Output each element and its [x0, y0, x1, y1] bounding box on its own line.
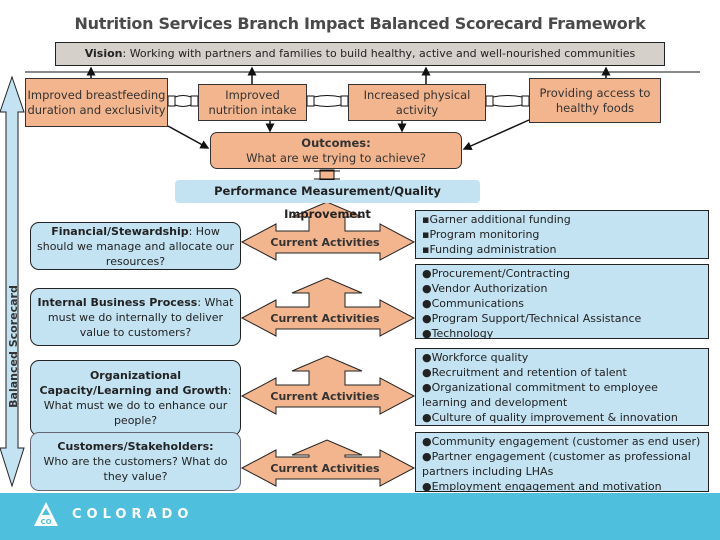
activity-item: ▪Garner additional funding	[422, 213, 571, 226]
outcomes-label: Outcomes:	[301, 135, 371, 150]
goal-link-0	[167, 95, 199, 107]
vision-label: Vision	[84, 47, 123, 60]
activity-item: ●Partner engagement (customer as profess…	[422, 450, 691, 463]
activity-item: ●Culture of quality improvement & innova…	[422, 411, 678, 424]
goal-link-1	[306, 95, 349, 107]
balanced-scorecard-label: Balanced Scorecard	[1, 200, 25, 492]
current-activities-arrow	[240, 355, 416, 415]
activity-item: ●Employment engagement and motivation	[422, 480, 662, 493]
current-activities-arrow	[240, 277, 416, 337]
outcome-arrow-3	[462, 119, 530, 151]
activity-item: ▪Funding administration	[422, 243, 557, 256]
outcome-pm-connector	[314, 169, 340, 181]
current-activities-label: Current Activities	[270, 390, 380, 403]
goal-breastfeeding: Improved breastfeeding duration and excl…	[25, 78, 168, 127]
activity-item: ●Workforce quality	[422, 351, 529, 364]
activity-item: ●Community engagement (customer as end u…	[422, 435, 701, 448]
activity-item: ●Recruitment and retention of talent	[422, 366, 627, 379]
perspective-internal-process: Internal Business Process: What must we …	[30, 288, 241, 346]
colorado-brand-text: COLORADO	[72, 507, 194, 522]
activities-financial: ▪Garner additional funding ▪Program moni…	[415, 210, 709, 259]
perspective-label: Financial/Stewardship	[51, 224, 189, 238]
outcome-arrow-0	[167, 125, 210, 149]
goal-nutrition-intake: Improved nutrition intake	[198, 84, 307, 121]
current-activities-label: Current Activities	[270, 236, 380, 249]
activity-item: ●Technology	[422, 327, 494, 340]
activity-item: learning and development	[422, 396, 568, 409]
activity-item: ●Program Support/Technical Assistance	[422, 312, 642, 325]
activity-item: ●Vendor Authorization	[422, 282, 548, 295]
balanced-scorecard-text: Balanced Scorecard	[6, 284, 20, 408]
activities-internal-process: ●Procurement/Contracting ●Vendor Authori…	[415, 264, 709, 340]
vision-text: : Working with partners and families to …	[122, 47, 636, 60]
current-activities-label: Current Activities	[270, 312, 380, 325]
goal-link-2	[485, 95, 530, 107]
goal-physical-activity: Increased physical activity	[348, 84, 486, 121]
activities-customers: ●Community engagement (customer as end u…	[415, 432, 709, 493]
activities-learning-growth: ●Workforce quality ●Recruitment and rete…	[415, 348, 709, 426]
goal-healthy-foods: Providing access to healthy foods	[529, 78, 661, 123]
performance-measurement-banner: Performance Measurement/Quality Improvem…	[175, 180, 480, 221]
activity-item: ●Communications	[422, 297, 525, 310]
perspective-label: Organizational Capacity/Learning and Gro…	[39, 369, 228, 397]
vision-banner: Vision: Working with partners and famili…	[55, 42, 665, 66]
activity-item: ●Procurement/Contracting	[422, 267, 570, 280]
perspective-label: Customers/Stakeholders:	[57, 440, 214, 453]
page-title: Nutrition Services Branch Impact Balance…	[74, 14, 646, 33]
activity-item: ●Organizational commitment to employee	[422, 381, 658, 394]
perspective-financial: Financial/Stewardship: How should we man…	[30, 222, 241, 270]
activity-item: partners including LHAs	[422, 465, 554, 478]
outcomes-question: What are we trying to achieve?	[246, 150, 426, 165]
perspective-learning-growth: Organizational Capacity/Learning and Gro…	[30, 360, 241, 436]
perspective-customers: Customers/Stakeholders: Who are the cust…	[30, 432, 241, 491]
perspective-label: Internal Business Process	[37, 295, 198, 309]
current-activities-label: Current Activities	[270, 462, 380, 475]
activity-item: ▪Program monitoring	[422, 228, 540, 241]
outcomes-box: Outcomes: What are we trying to achieve?	[210, 132, 462, 169]
perspective-question: Who are the customers? What do they valu…	[43, 455, 228, 483]
